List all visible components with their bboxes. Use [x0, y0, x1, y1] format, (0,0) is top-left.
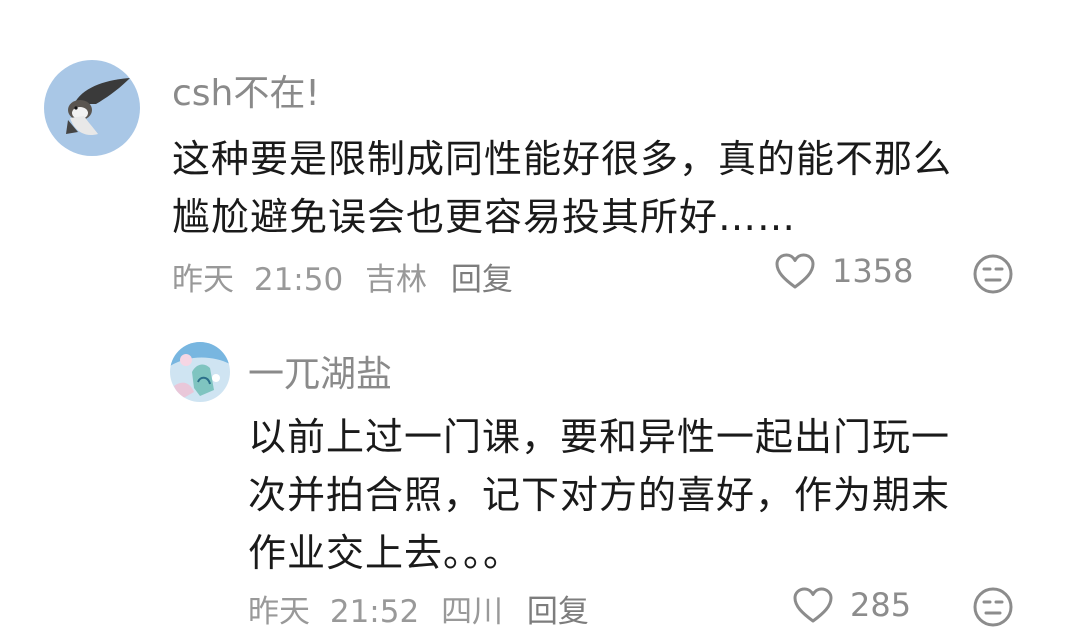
- react-button[interactable]: [972, 253, 1014, 299]
- react-button[interactable]: [972, 586, 1014, 632]
- like-count: 285: [850, 586, 912, 624]
- reply-button[interactable]: 回复: [451, 254, 513, 299]
- like-button[interactable]: 285: [792, 586, 911, 624]
- comment-line: 以前上过一门课，要和异性一起出门玩一: [248, 415, 951, 459]
- username[interactable]: 一兀湖盐: [248, 345, 392, 397]
- reply-button[interactable]: 回复: [527, 586, 589, 631]
- avatar[interactable]: [170, 342, 230, 402]
- comment-thread: csh不在! 这种要是限制成同性能好很多，真的能不那么 尴尬避免误会也更容易投其…: [0, 0, 1079, 637]
- comment-line: 作业交上去。。。: [248, 531, 523, 575]
- neutral-face-icon: [973, 254, 1013, 294]
- username[interactable]: csh不在!: [172, 64, 320, 116]
- like-count: 1358: [832, 252, 914, 290]
- comment-line: 这种要是限制成同性能好很多，真的能不那么: [172, 137, 953, 181]
- comment-date: 昨天: [248, 594, 310, 630]
- comment-time: 21:50: [253, 262, 344, 298]
- comment-line: 尴尬避免误会也更容易投其所好……: [172, 195, 797, 239]
- avatar[interactable]: [44, 60, 140, 156]
- comment-location: 吉林: [365, 262, 428, 298]
- comment-meta: 昨天 21:52 四川 回复: [248, 586, 589, 631]
- comment-line: 次并拍合照，记下对方的喜好，作为期末: [248, 473, 951, 517]
- neutral-face-icon: [973, 587, 1013, 627]
- comment-content: 这种要是限制成同性能好很多，真的能不那么 尴尬避免误会也更容易投其所好……: [172, 130, 952, 246]
- comment-meta: 昨天 21:50 吉林 回复: [172, 254, 513, 299]
- heart-outline-icon: [775, 253, 815, 289]
- comment-time: 21:52: [329, 594, 420, 630]
- like-button[interactable]: 1358: [774, 252, 913, 290]
- heart-outline-icon: [793, 587, 833, 623]
- comment-location: 四川: [441, 594, 504, 630]
- comment-date: 昨天: [172, 262, 234, 298]
- comment-content: 以前上过一门课，要和异性一起出门玩一 次并拍合照，记下对方的喜好，作为期末 作业…: [248, 408, 950, 582]
